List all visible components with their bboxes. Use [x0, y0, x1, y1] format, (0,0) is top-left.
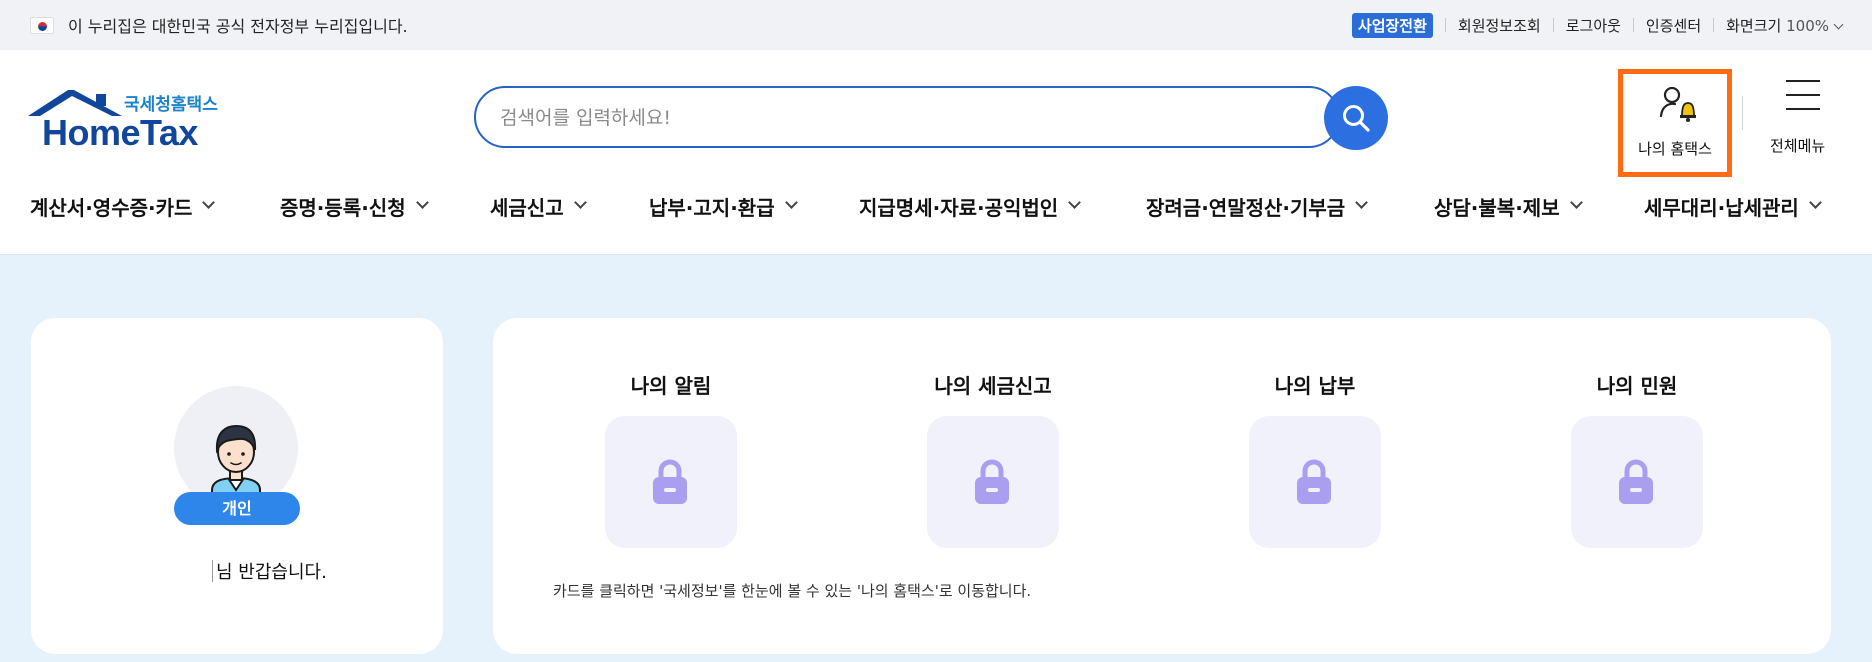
lock-tile	[1571, 416, 1703, 548]
divider	[1444, 18, 1446, 32]
nav-item-statements[interactable]: 지급명세·자료·공익법인	[859, 188, 1146, 224]
divider	[1713, 18, 1715, 32]
divider	[1632, 18, 1634, 32]
chevron-down-icon	[202, 195, 216, 209]
text-cursor	[212, 560, 213, 582]
my-hometax-label: 나의 홈택스	[1638, 140, 1712, 158]
korea-flag-icon	[30, 16, 54, 34]
nav-item-consulting[interactable]: 상담·불복·제보	[1434, 188, 1644, 224]
profile-card: 개인 님 반갑습니다.	[31, 318, 443, 654]
main-nav: 계산서·영수증·카드 증명·등록·신청 세금신고 납부·고지·환급 지급명세·자…	[30, 188, 1850, 224]
card-my-notifications[interactable]: 나의 알림	[551, 370, 791, 550]
nav-item-incentives[interactable]: 장려금·연말정산·기부금	[1146, 188, 1434, 224]
card-title: 나의 민원	[1596, 374, 1678, 398]
logout-link[interactable]: 로그아웃	[1566, 15, 1621, 36]
search-input[interactable]	[500, 104, 1200, 132]
hometax-logo[interactable]: 국세청홈택스 HomeTax	[28, 86, 228, 166]
chevron-down-icon	[784, 195, 798, 209]
nav-item-payment[interactable]: 납부·고지·환급	[649, 188, 859, 224]
cert-center-link[interactable]: 인증센터	[1646, 15, 1701, 36]
chevron-down-icon	[1355, 195, 1369, 209]
search-bar	[474, 86, 1340, 148]
nav-item-tax-filing[interactable]: 세금신고	[490, 188, 649, 224]
lock-icon	[1297, 459, 1331, 504]
card-my-tax-filing[interactable]: 나의 세금신고	[873, 370, 1113, 550]
card-title: 나의 납부	[1274, 374, 1356, 398]
lock-icon	[975, 459, 1009, 504]
lock-tile	[927, 416, 1059, 548]
nav-item-tax-agent[interactable]: 세무대리·납세관리	[1644, 188, 1822, 224]
utility-links: 사업장전환 회원정보조회 로그아웃 인증센터 화면크기 100%	[1351, 12, 1844, 38]
search-icon	[1343, 105, 1370, 132]
nav-item-certificate[interactable]: 증명·등록·신청	[280, 188, 490, 224]
card-title: 나의 알림	[630, 374, 712, 398]
chevron-down-icon	[573, 195, 587, 209]
zoom-label: 화면크기	[1726, 16, 1782, 35]
lock-icon	[1619, 459, 1653, 504]
card-my-payment[interactable]: 나의 납부	[1195, 370, 1435, 550]
chevron-down-icon	[1833, 19, 1844, 29]
user-type-badge: 개인	[174, 492, 300, 525]
card-my-civil-requests[interactable]: 나의 민원	[1517, 370, 1757, 550]
gov-banner: 이 누리집은 대한민국 공식 전자정부 누리집입니다. 사업장전환 회원정보조회…	[0, 0, 1872, 50]
my-hometax-cards: 나의 알림 나의 세금신고 나의 납부 나의 민원 카드를 클릭하면 '국세정보…	[493, 318, 1831, 654]
divider	[1552, 18, 1554, 32]
my-hometax-button[interactable]: 나의 홈택스	[1618, 69, 1732, 177]
gov-banner-text: 이 누리집은 대한민국 공식 전자정부 누리집입니다.	[68, 17, 408, 36]
user-bell-icon	[1659, 86, 1696, 122]
greeting-text: 님 반갑습니다.	[212, 558, 327, 584]
lock-icon	[653, 459, 687, 504]
zoom-value: 100%	[1786, 16, 1829, 35]
chevron-down-icon	[1068, 195, 1082, 209]
card-title: 나의 세금신고	[934, 374, 1052, 398]
lock-tile	[605, 416, 737, 548]
chevron-down-icon	[415, 195, 429, 209]
all-menu-label: 전체메뉴	[1770, 137, 1826, 155]
cards-hint-text: 카드를 클릭하면 '국세정보'를 한눈에 볼 수 있는 '나의 홈택스'로 이동…	[553, 582, 1032, 600]
search-button[interactable]	[1324, 86, 1388, 150]
nav-item-invoice[interactable]: 계산서·영수증·카드	[30, 188, 280, 224]
hamburger-icon	[1786, 80, 1820, 122]
chevron-down-icon	[1569, 195, 1583, 209]
logo-title: HomeTax	[42, 112, 198, 153]
all-menu-button[interactable]: 전체메뉴	[1762, 80, 1872, 160]
lock-tile	[1249, 416, 1381, 548]
biz-switch-button[interactable]: 사업장전환	[1351, 12, 1433, 38]
member-info-link[interactable]: 회원정보조회	[1458, 15, 1541, 36]
zoom-control[interactable]: 화면크기 100%	[1726, 15, 1844, 36]
chevron-down-icon	[1808, 195, 1822, 209]
site-header: 국세청홈택스 HomeTax	[0, 50, 1872, 255]
